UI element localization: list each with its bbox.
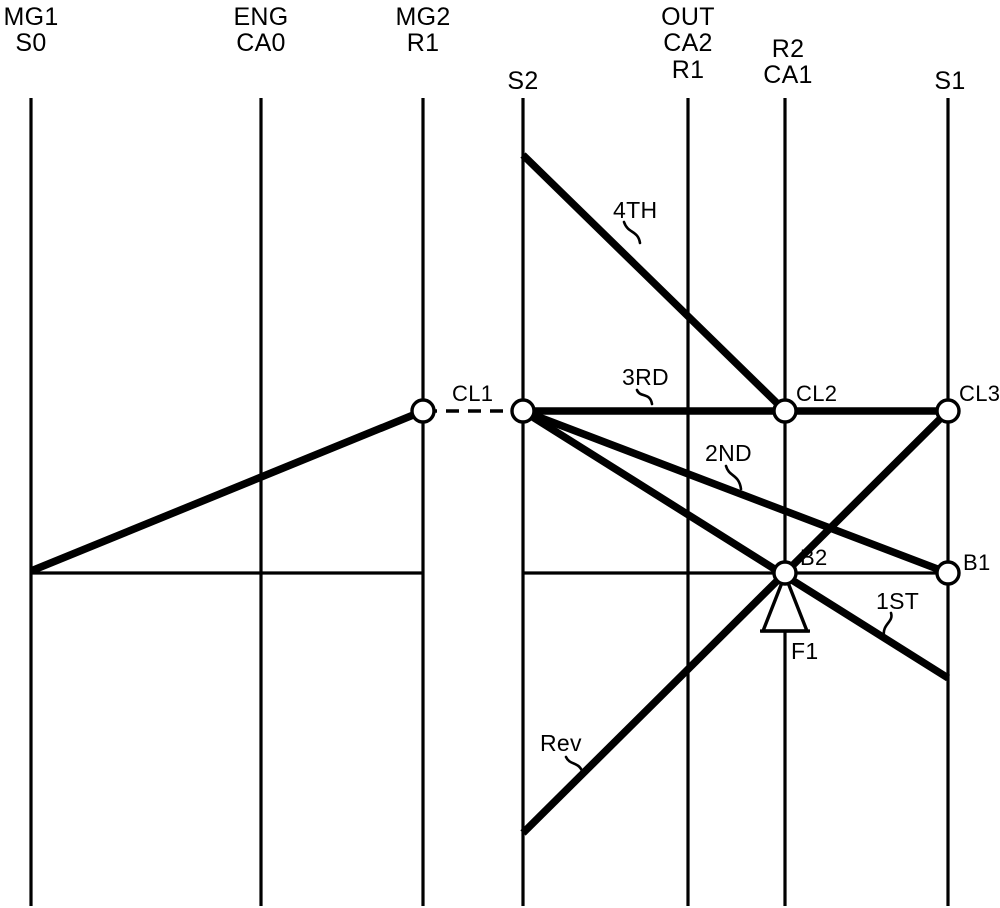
column-header-mg1-line2: S0	[15, 29, 47, 58]
column-header-mg1-line1: MG1	[3, 3, 59, 31]
callout-label-2nd: 2ND	[705, 440, 752, 466]
column-header-mg1: MG1 S0	[3, 4, 58, 57]
column-header-eng-line1: ENG	[233, 3, 289, 31]
column-header-mg2: MG2 R1	[395, 4, 450, 57]
callout-leaders	[564, 220, 893, 776]
node-b2[interactable]	[772, 560, 798, 586]
column-header-s2: S2	[507, 67, 539, 95]
column-header-s2-line1: S2	[507, 67, 539, 95]
node-label-b2: B2	[800, 545, 828, 570]
node-label-cl1: CL1	[452, 381, 494, 406]
lever-line-rev	[520, 570, 788, 836]
lever-lines	[29, 152, 951, 836]
column-header-r2: R2 CA1	[763, 36, 813, 89]
node-cl1-left[interactable]	[410, 398, 436, 424]
column-header-out-line2: CA2	[663, 29, 713, 58]
column-header-r2-line1: R2	[771, 35, 805, 63]
callout-label-f1: F1	[791, 638, 819, 664]
column-header-r2-line2: CA1	[763, 61, 813, 90]
column-header-eng: ENG CA0	[233, 4, 288, 57]
column-header-s1-line1: S1	[934, 67, 966, 95]
node-label-cl3: CL3	[959, 381, 1000, 406]
callout-label-4th: 4TH	[613, 197, 658, 223]
column-header-mg2-line2: R1	[406, 29, 440, 58]
diagram-canvas: MG1 S0 ENG CA0 MG2 R1 S2 OUT CA2 R1 R2 C…	[0, 0, 1000, 908]
column-header-eng-line2: CA0	[236, 29, 286, 58]
node-label-b1: B1	[963, 550, 991, 575]
column-header-s1: S1	[934, 67, 966, 95]
lever-line-front	[29, 407, 425, 575]
callout-label-3rd: 3RD	[622, 364, 669, 390]
column-header-out-line1: OUT	[661, 3, 715, 31]
node-cl3[interactable]	[935, 398, 961, 424]
node-b1[interactable]	[935, 560, 961, 586]
callout-label-1st: 1ST	[876, 588, 920, 614]
node-label-cl2: CL2	[796, 381, 838, 406]
leader-1st	[882, 611, 893, 638]
callout-label-rev: Rev	[540, 730, 582, 756]
nodes	[410, 398, 961, 586]
column-header-mg2-line1: MG2	[395, 3, 451, 31]
vertical-axes	[29, 98, 950, 906]
node-cl1-right[interactable]	[510, 398, 536, 424]
leader-3rd	[635, 388, 654, 406]
column-header-out-line3: R1	[671, 55, 705, 84]
leader-4th	[622, 220, 642, 245]
node-cl2[interactable]	[772, 398, 798, 424]
column-header-out: OUT CA2 R1	[661, 4, 715, 83]
lever-diagram-svg	[29, 98, 961, 906]
